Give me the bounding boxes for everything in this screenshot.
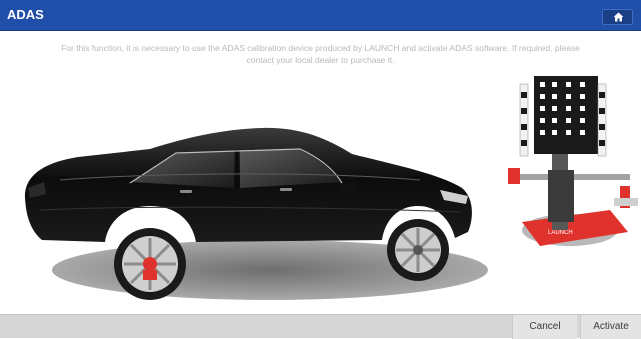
- cancel-button[interactable]: Cancel: [512, 315, 577, 339]
- info-message-line-2: contact your local dealer to purchase it…: [246, 55, 395, 65]
- footer-bar: Cancel Activate: [0, 314, 641, 339]
- front-wheel: [387, 219, 449, 281]
- adas-calibration-frame: LAUNCH: [508, 76, 638, 246]
- title-bar: ADAS: [0, 0, 641, 31]
- adas-calibration-illustration: LAUNCH: [24, 76, 638, 300]
- rear-wheel: [114, 228, 186, 300]
- info-message: For this function, it is necessary to us…: [0, 42, 641, 66]
- info-message-line-1: For this function, it is necessary to us…: [61, 43, 580, 53]
- rig-brand-label: LAUNCH: [548, 230, 573, 236]
- home-icon: [613, 12, 624, 22]
- page-title: ADAS: [7, 7, 44, 22]
- home-button[interactable]: [602, 9, 633, 25]
- activate-button[interactable]: Activate: [580, 315, 641, 339]
